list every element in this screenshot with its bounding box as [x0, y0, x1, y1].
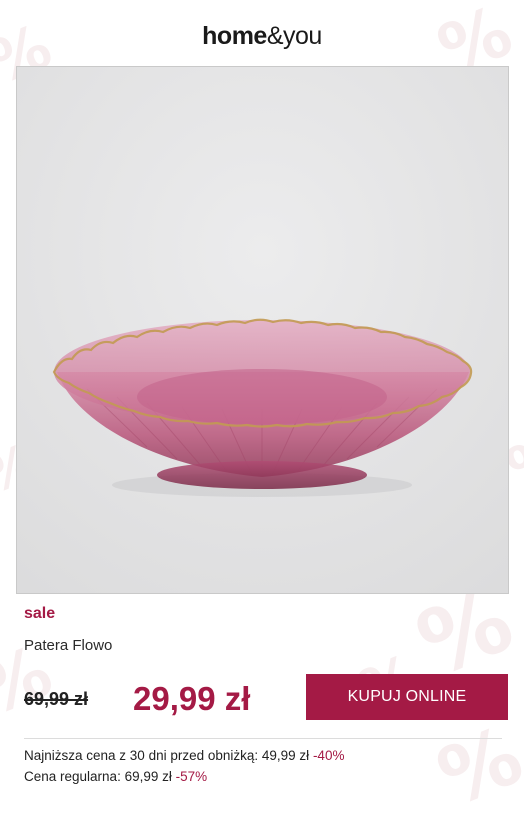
regular-price-info: Cena regularna: 69,99 zł -57%	[24, 769, 207, 784]
regular-price-label: Cena regularna: 69,99 zł	[24, 769, 172, 784]
current-price: 29,99 zł	[133, 680, 251, 717]
buy-online-button[interactable]: KUPUJ ONLINE	[306, 674, 508, 720]
product-name[interactable]: Patera Flowo	[24, 637, 112, 654]
divider	[24, 738, 502, 739]
bowl-illustration	[17, 67, 508, 593]
logo-you-text: you	[283, 22, 322, 50]
lowest-price-label: Najniższa cena z 30 dni przed obniżką: 4…	[24, 748, 310, 763]
regular-price-discount: -57%	[175, 769, 208, 784]
product-image[interactable]	[16, 66, 509, 594]
logo-home-text: home	[202, 22, 267, 50]
lowest-price-info: Najniższa cena z 30 dni przed obniżką: 4…	[24, 748, 344, 763]
brand-logo[interactable]: home&you	[0, 20, 524, 52]
lowest-price-discount: -40%	[312, 748, 345, 763]
old-price: 69,99 zł	[24, 689, 89, 709]
product-card: home&you sale Patera Flowo 69,99 zł 29,9…	[0, 0, 524, 800]
logo-ampersand: &	[266, 22, 284, 50]
sale-tag: sale	[24, 605, 56, 622]
